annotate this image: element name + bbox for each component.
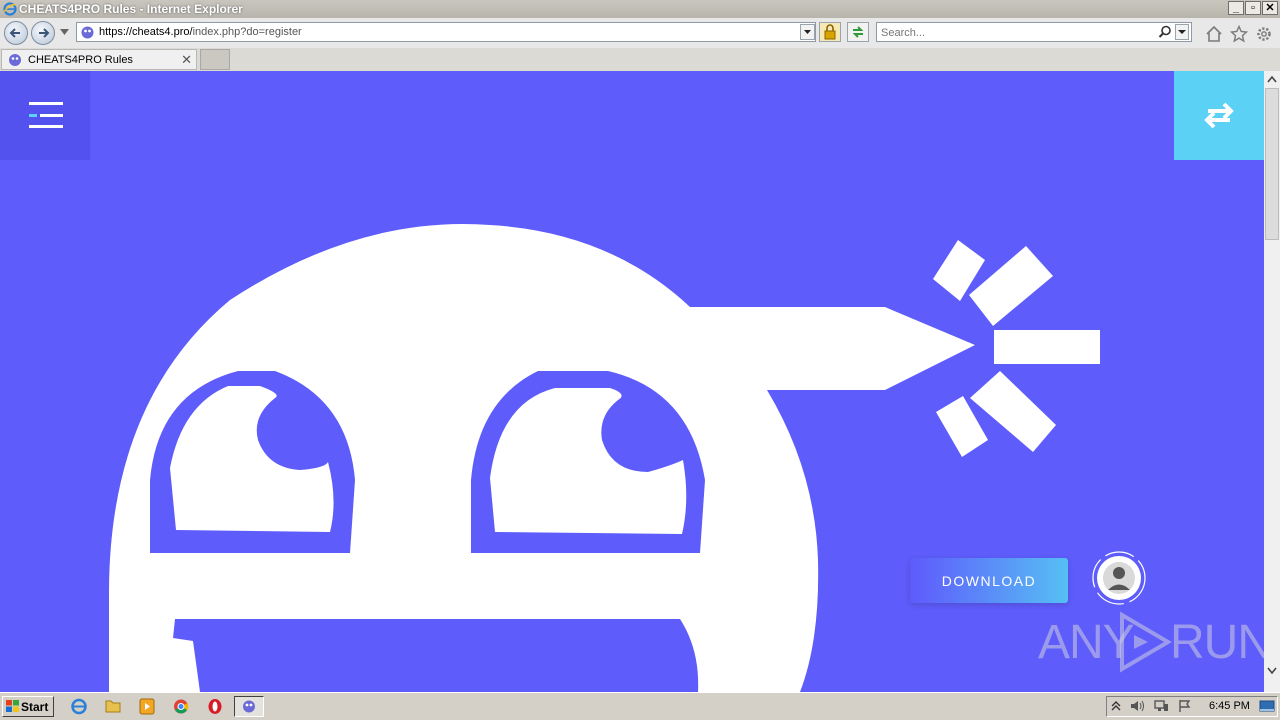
watermark-right-text: RUN (1170, 616, 1264, 669)
search-icon[interactable] (1158, 25, 1172, 39)
close-tab-icon[interactable]: ✕ (181, 52, 192, 68)
address-url-path: index.php?do=register (192, 26, 302, 38)
hamburger-menu-button[interactable] (0, 71, 90, 160)
mascot-illustration (109, 223, 1100, 692)
site-favicon (9, 54, 21, 66)
download-button[interactable]: DOWNLOAD (910, 558, 1068, 603)
scroll-down-arrow-icon[interactable] (1267, 667, 1277, 675)
volume-icon[interactable] (1129, 699, 1145, 713)
anyrun-watermark: ANY RUN (1038, 607, 1264, 675)
maximize-button[interactable]: ▫ (1245, 1, 1261, 15)
tab-bar: CHEATS4PRO Rules ✕ (0, 48, 1280, 71)
internet-explorer-icon (71, 698, 87, 715)
start-label: Start (21, 700, 49, 714)
play-logo-icon (1120, 611, 1172, 673)
scroll-up-arrow-icon[interactable] (1267, 75, 1277, 83)
taskbar-active-ie-window[interactable] (234, 696, 264, 717)
user-avatar-icon (1092, 551, 1146, 605)
navigation-bar: https://cheats4.pro/index.php?do=registe… (0, 18, 1280, 48)
support-avatar-button[interactable] (1090, 549, 1148, 607)
ie-page-icon (243, 700, 255, 713)
chevron-down-icon (804, 30, 811, 34)
taskbar-media-player[interactable] (134, 696, 160, 717)
tab-label: CHEATS4PRO Rules (28, 54, 133, 66)
security-lock-button[interactable] (819, 22, 841, 42)
gear-icon[interactable] (1255, 25, 1273, 43)
web-page: DOWNLOAD ANY RUN (0, 71, 1264, 692)
back-button[interactable] (4, 21, 28, 45)
opera-icon (208, 699, 222, 714)
media-player-icon (139, 698, 155, 715)
search-input[interactable] (879, 24, 1153, 41)
window-title: CHEATS4PRO Rules - Internet Explorer (19, 2, 243, 16)
folder-icon (105, 700, 121, 713)
site-favicon (81, 26, 94, 39)
clock[interactable]: 6:45 PM (1209, 700, 1250, 712)
tab-cheats4pro-rules[interactable]: CHEATS4PRO Rules ✕ (1, 49, 197, 70)
internet-explorer-icon (3, 2, 17, 16)
refresh-icon (852, 26, 864, 38)
lock-icon (824, 24, 836, 40)
system-tray: 6:45 PM (1106, 696, 1278, 717)
address-url-host: https://cheats4.pro/ (99, 26, 193, 38)
search-dropdown-button[interactable] (1175, 24, 1189, 40)
close-window-button[interactable]: ✕ (1262, 1, 1278, 15)
show-hidden-icons-icon[interactable] (1111, 700, 1121, 712)
start-button[interactable]: Start (2, 696, 54, 717)
address-url[interactable]: https://cheats4.pro/index.php?do=registe… (99, 26, 302, 38)
refresh-button[interactable] (847, 22, 869, 42)
taskbar-file-explorer[interactable] (100, 696, 126, 717)
action-center-flag-icon[interactable] (1177, 699, 1193, 713)
address-dropdown-button[interactable] (800, 24, 815, 40)
chevron-down-icon (1178, 30, 1186, 34)
taskbar-internet-explorer[interactable] (66, 696, 92, 717)
arrow-left-icon (9, 28, 20, 38)
swap-button[interactable] (1174, 71, 1264, 160)
vertical-scrollbar[interactable] (1264, 71, 1280, 692)
history-dropdown-icon[interactable] (60, 29, 69, 35)
swap-arrows-icon (1204, 102, 1234, 129)
home-icon[interactable] (1205, 25, 1223, 43)
favorites-star-icon[interactable] (1230, 25, 1248, 43)
windows-logo-icon (6, 700, 19, 712)
scroll-thumb[interactable] (1265, 88, 1279, 240)
search-box[interactable] (876, 22, 1192, 42)
address-bar[interactable]: https://cheats4.pro/index.php?do=registe… (76, 22, 816, 42)
forward-button[interactable] (31, 21, 55, 45)
arrow-right-icon (39, 28, 50, 38)
menu-icon (29, 102, 63, 128)
window-title-bar: CHEATS4PRO Rules - Internet Explorer _ ▫… (0, 0, 1280, 18)
taskbar-chrome[interactable] (168, 696, 194, 717)
windows-taskbar: Start 6:45 PM (0, 692, 1280, 720)
mascot-face-icon (109, 223, 975, 692)
new-tab-button[interactable] (200, 49, 230, 70)
network-icon[interactable] (1153, 699, 1169, 713)
minimize-button[interactable]: _ (1228, 1, 1244, 15)
show-desktop-icon[interactable] (1259, 700, 1275, 713)
taskbar-opera[interactable] (202, 696, 228, 717)
chrome-icon (174, 699, 189, 714)
